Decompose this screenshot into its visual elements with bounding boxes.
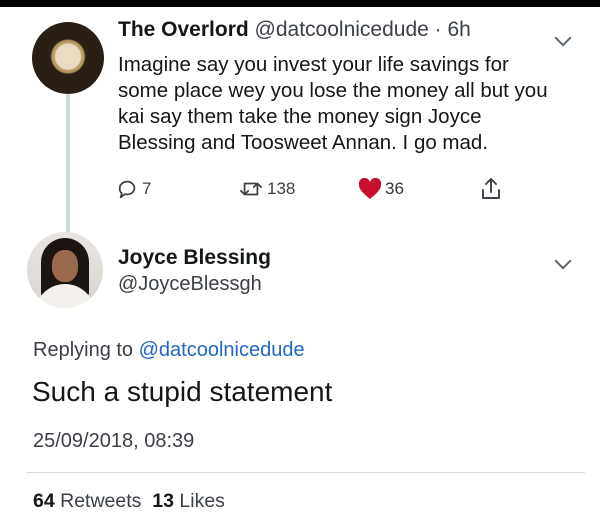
engagement-stats: 64 Retweets 13 Likes <box>33 490 225 513</box>
retweets-stat[interactable]: 64 Retweets <box>33 490 141 512</box>
tweet1-header: The Overlord @datcoolnicedude · 6h <box>118 18 471 42</box>
tweet2-timestamp[interactable]: 25/09/2018, 08:39 <box>33 430 194 453</box>
retweets-label: Retweets <box>60 490 142 512</box>
reply-button[interactable]: 7 <box>117 176 151 202</box>
likes-stat[interactable]: 13 Likes <box>152 490 225 512</box>
tweet2-handle[interactable]: @JoyceBlessgh <box>118 273 262 296</box>
tweet2-text: Such a stupid statement <box>32 376 333 407</box>
replying-mention-link[interactable]: @datcoolnicedude <box>139 339 305 361</box>
chevron-down-icon[interactable] <box>554 29 572 47</box>
likes-count: 13 <box>152 490 174 512</box>
share-button[interactable] <box>480 176 502 202</box>
tweet2-display-name[interactable]: Joyce Blessing <box>118 246 271 270</box>
tweet1-display-name[interactable]: The Overlord <box>118 18 249 41</box>
tweet1-text: Imagine say you invest your life savings… <box>118 53 548 154</box>
tweet1-handle[interactable]: @datcoolnicedude <box>255 18 429 41</box>
chevron-down-icon[interactable] <box>554 252 572 270</box>
retweet-icon <box>240 182 262 196</box>
retweets-count: 64 <box>33 490 55 512</box>
avatar-joyce-blessing[interactable] <box>27 232 103 308</box>
tweet1-separator: · <box>428 18 448 41</box>
thread-line <box>66 92 70 238</box>
avatar-face <box>52 250 78 282</box>
avatar-overlord[interactable] <box>32 22 104 94</box>
likes-label: Likes <box>179 490 225 512</box>
retweet-count: 138 <box>267 179 296 198</box>
heart-icon <box>358 178 382 199</box>
tweet1-age[interactable]: 6h <box>448 18 471 41</box>
top-black-bar <box>0 0 600 7</box>
reply-icon <box>118 180 136 199</box>
divider <box>27 472 585 473</box>
like-count: 36 <box>385 179 404 198</box>
replying-to-line: Replying to @datcoolnicedude <box>33 339 305 362</box>
retweet-button[interactable]: 138 <box>238 176 295 202</box>
share-icon <box>482 178 500 199</box>
reply-count: 7 <box>142 179 152 198</box>
replying-prefix: Replying to <box>33 339 139 361</box>
like-button[interactable]: 36 <box>358 176 404 202</box>
